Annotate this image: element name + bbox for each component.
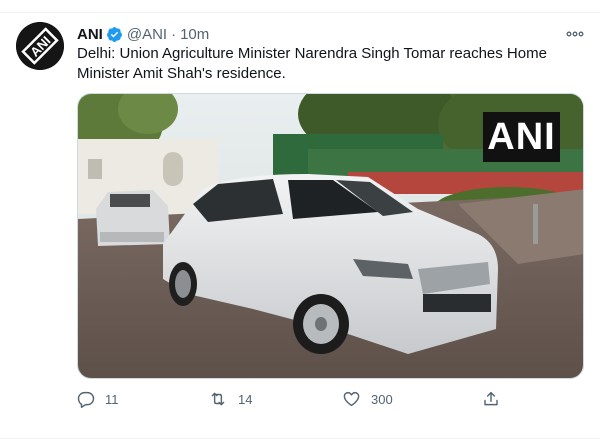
reply-icon [77,390,95,408]
tweet-actions: 11 14 300 [77,387,517,411]
bottom-divider [0,438,600,439]
verified-badge-icon [106,26,123,43]
media-watermark: ANI [483,112,560,162]
retweet-icon [208,390,228,408]
like-button[interactable]: 300 [342,387,393,411]
share-button[interactable] [482,387,500,411]
separator-dot: · [171,25,177,43]
retweet-button[interactable]: 14 [208,387,252,411]
reply-button[interactable]: 11 [77,387,119,411]
reply-count: 11 [105,391,119,407]
tweet-media-image[interactable]: ANI [77,93,584,379]
more-horizontal-icon[interactable] [564,24,586,44]
tweet-text: Delhi: Union Agriculture Minister Narend… [77,45,547,82]
timestamp[interactable]: 10m [180,26,209,43]
tweet[interactable]: ANI ANI @ANI · 10m Delhi: Union Agricult… [0,12,600,440]
like-count: 300 [371,391,393,407]
avatar[interactable]: ANI [16,22,64,70]
retweet-count: 14 [238,391,253,407]
tweet-header: ANI @ANI · 10m [77,24,209,44]
display-name[interactable]: ANI [77,26,103,43]
handle[interactable]: @ANI [127,26,167,43]
heart-icon [342,390,361,408]
share-icon [482,390,500,408]
